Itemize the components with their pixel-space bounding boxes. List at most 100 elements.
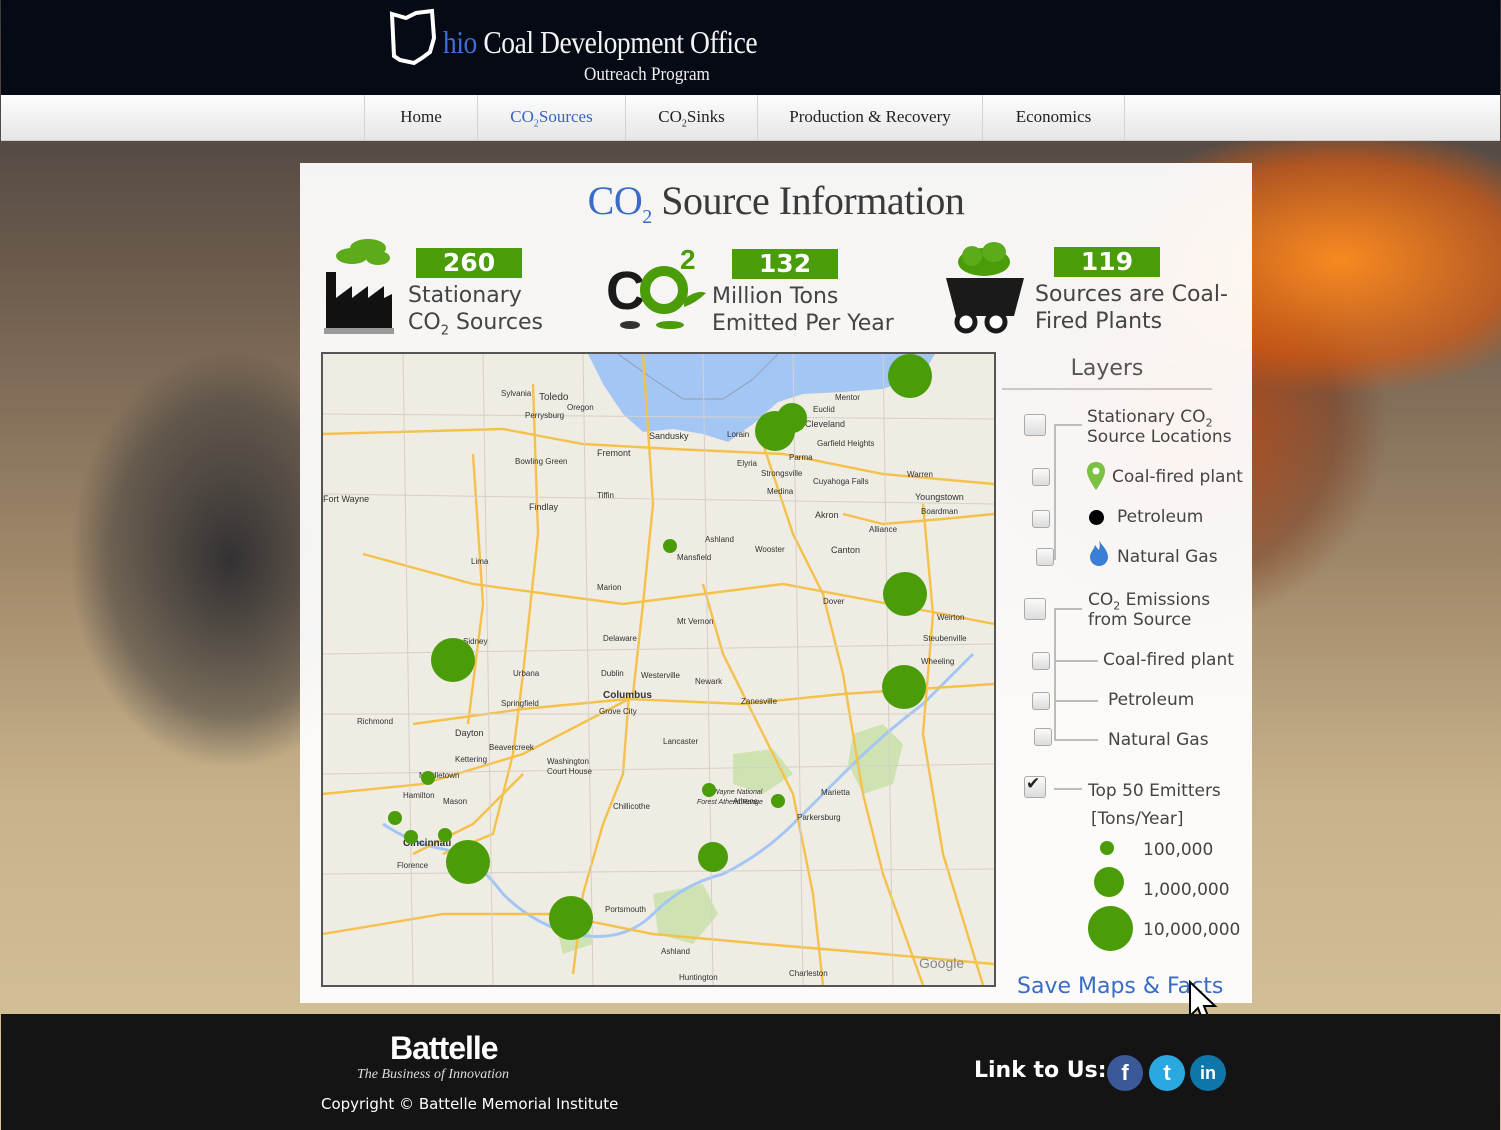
checkbox-stationary-sources[interactable] xyxy=(1024,414,1046,436)
svg-text:Florence: Florence xyxy=(397,861,429,870)
battelle-tagline: The Business of Innovation xyxy=(357,1067,510,1082)
checkbox-coal-plant-location[interactable] xyxy=(1032,468,1050,486)
svg-text:Euclid: Euclid xyxy=(813,405,835,414)
svg-text:Westerville: Westerville xyxy=(641,671,681,680)
svg-text:Lancaster: Lancaster xyxy=(663,737,698,746)
svg-text:Sylvania: Sylvania xyxy=(501,389,532,398)
tree-branch xyxy=(1054,424,1082,426)
checkbox-co2-emissions[interactable] xyxy=(1024,598,1046,620)
svg-text:Perrysburg: Perrysburg xyxy=(525,411,564,420)
svg-text:Youngstown: Youngstown xyxy=(915,492,964,502)
tree-branch xyxy=(1054,788,1082,790)
label-natural-gas-location: Natural Gas xyxy=(1117,547,1218,567)
svg-text:Dover: Dover xyxy=(823,597,845,606)
svg-text:Mt Vernon: Mt Vernon xyxy=(677,617,713,626)
svg-text:Ashland: Ashland xyxy=(705,535,734,544)
nav-co2-sources[interactable]: CO2Sources xyxy=(477,95,625,140)
flame-icon xyxy=(1090,540,1108,566)
svg-text:Cuyahoga Falls: Cuyahoga Falls xyxy=(813,477,869,486)
layers-title: Layers xyxy=(1070,356,1144,381)
svg-text:Lima: Lima xyxy=(471,557,489,566)
label-petroleum-location: Petroleum xyxy=(1117,507,1204,527)
nav-co2-sinks[interactable]: CO2Sinks xyxy=(625,95,757,140)
stat-emissions-label: Million Tons Emitted Per Year xyxy=(712,284,894,336)
svg-text:Grove City: Grove City xyxy=(599,707,637,716)
stat-coal-label: Sources are Coal- Fired Plants xyxy=(1035,282,1228,334)
stat-sources-count: 260 xyxy=(416,248,522,278)
main-navigation: Home CO2Sources CO2Sinks Production & Re… xyxy=(1,95,1500,141)
layers-divider xyxy=(1002,388,1212,390)
svg-text:Mansfield: Mansfield xyxy=(677,553,711,562)
svg-text:Wheeling: Wheeling xyxy=(921,657,954,666)
svg-text:Elyria: Elyria xyxy=(737,459,758,468)
svg-text:Oregon: Oregon xyxy=(567,403,594,412)
svg-text:Urbana: Urbana xyxy=(513,669,540,678)
svg-text:Dayton: Dayton xyxy=(455,728,484,738)
site-logo[interactable]: hio Coal Development Office Outreach Pro… xyxy=(386,6,786,92)
label-natural-gas-emissions: Natural Gas xyxy=(1108,730,1209,750)
svg-text:Springfield: Springfield xyxy=(501,699,539,708)
stat-coal-count: 119 xyxy=(1054,247,1160,277)
svg-text:Fremont: Fremont xyxy=(597,448,631,458)
svg-text:2: 2 xyxy=(680,244,696,275)
coal-cart-icon xyxy=(946,242,1024,334)
svg-text:Hamilton: Hamilton xyxy=(403,791,435,800)
label-coal-plant-location: Coal-fired plant xyxy=(1112,467,1243,487)
page-title: CO2 Source Information xyxy=(587,178,965,228)
tree-branch xyxy=(1054,660,1098,662)
svg-text:Newark: Newark xyxy=(695,677,723,686)
checkbox-petroleum-location[interactable] xyxy=(1032,510,1050,528)
nav-home[interactable]: Home xyxy=(364,95,477,140)
battelle-logo[interactable]: Battelle xyxy=(390,1030,499,1067)
svg-text:Medina: Medina xyxy=(767,487,794,496)
checkbox-natural-gas-location[interactable] xyxy=(1036,548,1054,566)
facebook-icon[interactable]: f xyxy=(1107,1055,1143,1091)
svg-text:Parkersburg: Parkersburg xyxy=(797,813,841,822)
legend-value-medium: 1,000,000 xyxy=(1143,880,1230,900)
legend-dot-large xyxy=(1088,906,1133,951)
stat-sources-label: Stationary CO2 Sources xyxy=(408,283,543,339)
ohio-outline-icon xyxy=(389,8,437,66)
svg-text:Kettering: Kettering xyxy=(455,755,487,764)
svg-text:Alliance: Alliance xyxy=(869,525,898,534)
svg-text:Canton: Canton xyxy=(831,545,860,555)
twitter-icon[interactable]: t xyxy=(1149,1055,1185,1091)
tree-line xyxy=(1054,424,1056,560)
map-canvas[interactable]: Toledo Sylvania Perrysburg Oregon Sandus… xyxy=(323,354,994,985)
legend-value-large: 10,000,000 xyxy=(1143,920,1241,940)
footer xyxy=(1,1014,1500,1130)
checkbox-petroleum-emissions[interactable] xyxy=(1032,692,1050,710)
svg-text:Ashland: Ashland xyxy=(661,947,690,956)
svg-text:Mason: Mason xyxy=(443,797,467,806)
site-title: hio Coal Development Office xyxy=(443,24,758,60)
nav-economics[interactable]: Economics xyxy=(982,95,1125,140)
label-coal-plant-emissions: Coal-fired plant xyxy=(1103,650,1234,670)
label-petroleum-emissions: Petroleum xyxy=(1108,690,1195,710)
legend-dot-small xyxy=(1100,841,1114,855)
legend-dot-medium xyxy=(1094,867,1124,897)
tree-branch xyxy=(1054,700,1098,702)
label-tons-per-year: [Tons/Year] xyxy=(1091,809,1184,829)
label-top50-emitters: Top 50 Emitters xyxy=(1088,781,1221,801)
svg-text:Columbus: Columbus xyxy=(603,690,652,701)
svg-text:Strongsville: Strongsville xyxy=(761,469,803,478)
map-pin-icon xyxy=(1087,462,1105,490)
linkedin-icon[interactable]: in xyxy=(1190,1055,1226,1091)
emissions-map[interactable]: Toledo Sylvania Perrysburg Oregon Sandus… xyxy=(321,352,996,987)
svg-text:Steubenville: Steubenville xyxy=(923,634,967,643)
svg-text:Athens: Athens xyxy=(733,797,758,806)
svg-text:Marion: Marion xyxy=(597,583,621,592)
checkbox-coal-plant-emissions[interactable] xyxy=(1032,652,1050,670)
tree-branch xyxy=(1054,608,1082,610)
factory-icon xyxy=(324,239,394,334)
nav-production-recovery[interactable]: Production & Recovery xyxy=(757,95,982,140)
svg-text:C: C xyxy=(606,261,645,321)
tree-branch xyxy=(1054,739,1098,741)
svg-text:Mentor: Mentor xyxy=(835,393,860,402)
svg-text:Marietta: Marietta xyxy=(821,788,850,797)
checkbox-top50-emitters[interactable] xyxy=(1024,774,1046,798)
svg-text:Fort Wayne: Fort Wayne xyxy=(323,494,369,504)
checkbox-natural-gas-emissions[interactable] xyxy=(1034,728,1052,746)
svg-text:Weirton: Weirton xyxy=(937,613,964,622)
svg-text:Lorain: Lorain xyxy=(727,430,749,439)
